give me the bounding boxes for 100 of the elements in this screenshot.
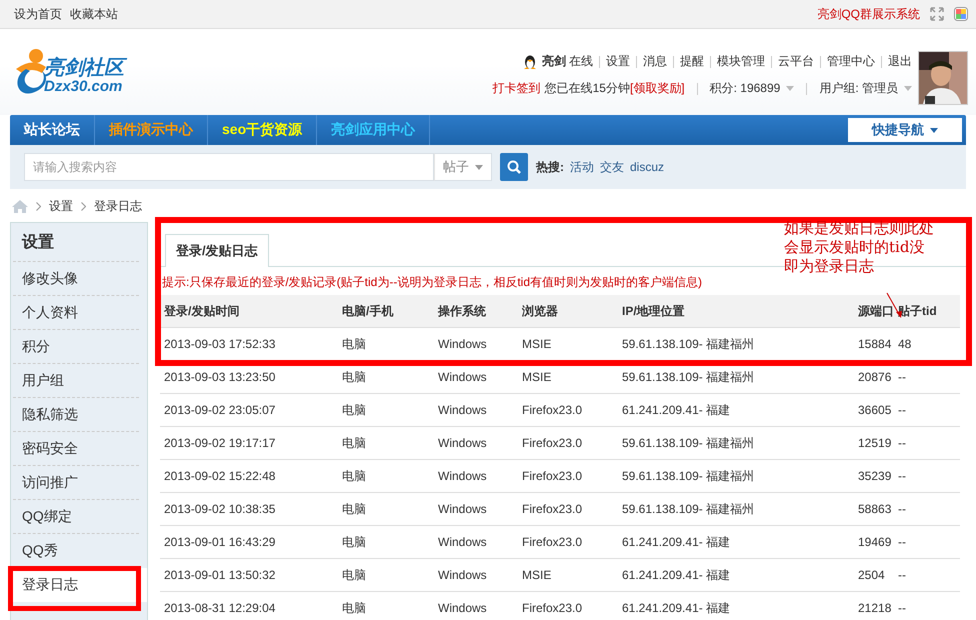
annotation-text: 会显示发贴时的tid没 xyxy=(784,238,926,257)
online-status: 在线 xyxy=(569,53,593,70)
search-field[interactable]: 请输入搜索内容 xyxy=(24,153,434,181)
sidebar-item[interactable]: 个人资料 xyxy=(13,296,139,330)
table-cell: 电脑 xyxy=(338,492,434,526)
top-link[interactable]: 亮剑QQ群展示系统 xyxy=(817,6,920,22)
table-cell: -- xyxy=(894,558,960,592)
table-cell: Firefox23.0 xyxy=(518,526,618,558)
table-cell: Windows xyxy=(434,592,518,620)
logo-domain: Dzx30.com xyxy=(44,79,124,95)
top-link[interactable]: 设为首页 xyxy=(14,6,62,22)
table-cell: -- xyxy=(894,426,960,460)
table-cell: Firefox23.0 xyxy=(518,592,618,620)
sidebar-title: 设置 xyxy=(13,223,139,262)
expand-icon xyxy=(930,7,944,21)
table-cell: -- xyxy=(894,460,960,492)
breadcrumb-link[interactable]: 登录日志 xyxy=(94,198,142,214)
user-menu-link[interactable]: 模块管理 xyxy=(717,53,765,70)
table-cell: Windows xyxy=(434,328,518,360)
hint-text: 提示:只保存最近的登录/发贴记录(贴子tid为--说明为登录日志，相反tid有值时则为发贴时的客户端信息) xyxy=(161,274,703,291)
table-cell: 12519 xyxy=(854,426,894,460)
tab[interactable]: 登录/发贴日志 xyxy=(165,234,269,267)
table-cell: Firefox23.0 xyxy=(518,426,618,460)
table-cell: 59.61.138.109- 福建福州 xyxy=(618,360,854,394)
column-header: 操作系统 xyxy=(434,295,518,328)
sidebar-item[interactable]: 用户组 xyxy=(13,364,139,398)
table-cell: 电脑 xyxy=(338,592,434,620)
table-cell: 59.61.138.109- 福建福州 xyxy=(618,460,854,492)
search-type-dropdown[interactable]: 帖子 xyxy=(434,153,492,181)
color-palette-icon xyxy=(954,7,968,21)
table-cell: MSIE xyxy=(518,328,618,360)
table-cell: 36605 xyxy=(854,394,894,426)
table-cell: 2013-09-01 16:43:29 xyxy=(160,526,338,558)
table-cell: 21218 xyxy=(854,592,894,620)
user-menu-link[interactable]: 设置 xyxy=(606,53,630,70)
column-header: 电脑/手机 xyxy=(338,295,434,328)
caret-icon xyxy=(475,164,483,170)
table-cell: 61.241.209.41- 福建 xyxy=(618,592,854,620)
chevron-icon xyxy=(36,202,41,210)
table-cell: 59.61.138.109- 福建福州 xyxy=(618,492,854,526)
table-cell: 2504 xyxy=(854,558,894,592)
points-dropdown[interactable]: 积分: 196899 xyxy=(710,80,794,97)
search-button[interactable] xyxy=(500,153,528,181)
table-cell: -- xyxy=(894,394,960,426)
quick-nav-button[interactable]: 快捷导航 xyxy=(848,118,962,142)
reward-link[interactable]: [领取奖励] xyxy=(630,80,685,97)
sidebar-item[interactable]: 密码安全 xyxy=(13,432,139,466)
annotation-text: 即为登录日志 xyxy=(784,257,875,276)
table-cell: -- xyxy=(894,592,960,620)
table-cell: MSIE xyxy=(518,360,618,394)
table-cell: Windows xyxy=(434,526,518,558)
user-group-dropdown[interactable]: 用户组: 管理员 xyxy=(819,80,912,97)
table-cell: 2013-08-31 12:29:04 xyxy=(160,592,338,620)
table-cell: 2013-09-02 19:17:17 xyxy=(160,426,338,460)
home-icon xyxy=(12,200,28,212)
user-menu-link[interactable]: 退出 xyxy=(888,53,912,70)
top-link[interactable]: 收藏本站 xyxy=(70,6,118,22)
table-cell: 58863 xyxy=(854,492,894,526)
user-menu-link[interactable]: 提醒 xyxy=(680,53,704,70)
table-cell: 2013-09-03 17:52:33 xyxy=(160,328,338,360)
caret-icon xyxy=(904,86,912,91)
column-header: 浏览器 xyxy=(518,295,618,328)
breadcrumb-link[interactable]: 设置 xyxy=(49,198,73,214)
table-cell: Windows xyxy=(434,460,518,492)
hot-search-link[interactable]: 活动 xyxy=(570,158,594,176)
checkin-link[interactable]: 打卡签到 xyxy=(492,80,541,97)
user-menu-link[interactable]: 消息 xyxy=(643,53,667,70)
column-header: 登录/发贴时间 xyxy=(160,295,338,328)
sidebar-item[interactable]: 积分 xyxy=(13,330,139,364)
table-cell: 61.241.209.41- 福建 xyxy=(618,394,854,426)
sidebar-item[interactable]: 隐私筛选 xyxy=(13,398,139,432)
sidebar-item[interactable]: QQ秀 xyxy=(13,534,139,568)
penguin-icon xyxy=(522,54,538,70)
column-header: IP/地理位置 xyxy=(618,295,854,328)
table-cell: 电脑 xyxy=(338,460,434,492)
table-cell: 48 xyxy=(894,328,960,360)
sidebar-item[interactable]: QQ绑定 xyxy=(13,500,139,534)
sidebar-item[interactable]: 修改头像 xyxy=(13,262,139,296)
table-cell: 15884 xyxy=(854,328,894,360)
table-cell: 2013-09-02 23:05:07 xyxy=(160,394,338,426)
table-cell: 59.61.138.109- 福建福州 xyxy=(618,426,854,460)
user-menu-link[interactable]: 管理中心 xyxy=(827,53,875,70)
search-icon xyxy=(507,160,521,174)
table-cell: Firefox23.0 xyxy=(518,492,618,526)
caret-icon xyxy=(930,128,938,132)
table-cell: -- xyxy=(894,360,960,394)
hot-search-link[interactable]: 交友 xyxy=(600,158,624,176)
user-name[interactable]: 亮剑 xyxy=(542,53,566,70)
sidebar-item[interactable]: 访问推广 xyxy=(13,466,139,500)
table-cell: MSIE xyxy=(518,558,618,592)
table-cell: 2013-09-02 10:38:35 xyxy=(160,492,338,526)
table-cell: 电脑 xyxy=(338,328,434,360)
hot-search-link[interactable]: discuz xyxy=(630,160,664,174)
table-cell: 2013-09-03 13:23:50 xyxy=(160,360,338,394)
table-cell: 19469 xyxy=(854,526,894,558)
table-cell: 61.241.209.41- 福建 xyxy=(618,526,854,558)
table-cell: Firefox23.0 xyxy=(518,394,618,426)
table-cell: Windows xyxy=(434,360,518,394)
user-menu-link[interactable]: 云平台 xyxy=(778,53,814,70)
table-cell: -- xyxy=(894,526,960,558)
